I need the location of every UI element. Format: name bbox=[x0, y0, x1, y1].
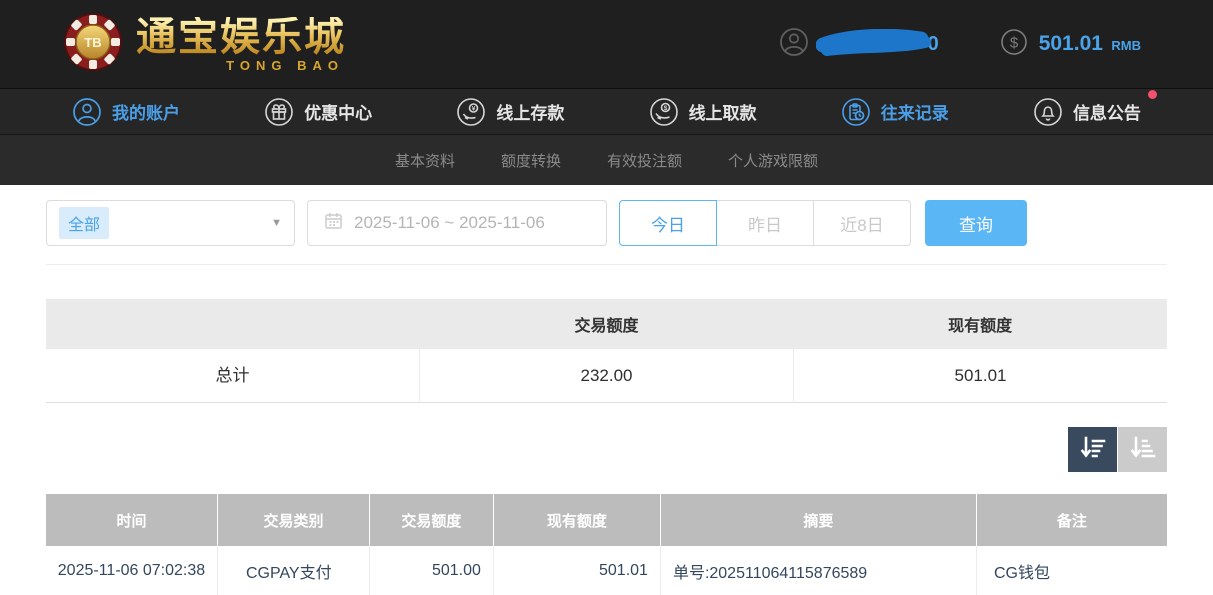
account-username[interactable]: 0 bbox=[778, 26, 939, 63]
top-header: TB 通宝娱乐城 TONG BAO 0 bbox=[0, 0, 1213, 88]
col-header-summary: 摘要 bbox=[661, 494, 977, 546]
quick-btn-last8days[interactable]: 近8日 bbox=[813, 200, 911, 246]
cell-trade-amount: 501.00 bbox=[370, 546, 494, 595]
balance-amount: 501.01 bbox=[1039, 32, 1103, 55]
sort-controls bbox=[46, 427, 1167, 472]
nav-item-my-account[interactable]: 我的账户 bbox=[72, 97, 180, 127]
summary-total-balance: 501.01 bbox=[793, 349, 1167, 403]
date-range-input[interactable]: 2025-11-06 ~ 2025-11-06 bbox=[307, 200, 607, 246]
subnav-item-credit-transfer[interactable]: 额度转换 bbox=[501, 150, 561, 171]
transaction-type-select[interactable]: 全部 ▼ bbox=[46, 200, 295, 246]
records-table: 时间 交易类别 交易额度 现有额度 摘要 备注 2025-11-06 07:02… bbox=[46, 494, 1167, 595]
cell-balance: 501.01 bbox=[494, 546, 661, 595]
summary-col-balance: 现有额度 bbox=[793, 312, 1167, 336]
sort-descending-icon bbox=[1080, 436, 1106, 463]
dollar-icon: $ bbox=[999, 27, 1029, 62]
quick-btn-today[interactable]: 今日 bbox=[619, 200, 717, 246]
cell-time: 2025-11-06 07:02:38 bbox=[46, 546, 218, 595]
records-header-row: 时间 交易类别 交易额度 现有额度 摘要 备注 bbox=[46, 494, 1167, 546]
brand-subtitle: TONG BAO bbox=[136, 59, 346, 72]
chip-label: TB bbox=[84, 35, 101, 50]
sort-descending-button[interactable] bbox=[1068, 427, 1117, 472]
summary-total-trade-amount: 232.00 bbox=[419, 349, 793, 403]
gift-icon bbox=[264, 97, 294, 127]
balance-display[interactable]: $ 501.01 RMB bbox=[999, 27, 1141, 62]
col-header-note: 备注 bbox=[977, 494, 1167, 546]
bell-icon bbox=[1033, 97, 1063, 127]
summary-col-trade-amount: 交易额度 bbox=[420, 312, 794, 336]
brand-logo[interactable]: TB 通宝娱乐城 TONG BAO bbox=[62, 11, 346, 78]
col-header-balance: 现有额度 bbox=[494, 494, 661, 546]
col-header-trade-amount: 交易额度 bbox=[370, 494, 494, 546]
svg-text:¥: ¥ bbox=[472, 105, 476, 112]
quick-date-group: 今日 昨日 近8日 bbox=[619, 200, 911, 246]
svg-text:$: $ bbox=[1010, 34, 1019, 51]
notification-dot bbox=[1148, 90, 1157, 99]
withdraw-icon: $ bbox=[649, 97, 679, 127]
subnav-item-valid-bets[interactable]: 有效投注额 bbox=[607, 150, 682, 171]
account-subnav: 基本资料 额度转换 有效投注额 个人游戏限额 bbox=[0, 135, 1213, 185]
col-header-type: 交易类别 bbox=[218, 494, 370, 546]
main-nav: 我的账户 优惠中心 ¥ 线上存款 $ bbox=[0, 88, 1213, 135]
nav-item-transaction-records[interactable]: 往来记录 bbox=[841, 97, 949, 127]
table-row: 2025-11-06 07:02:38 CGPAY支付 501.00 501.0… bbox=[46, 546, 1167, 595]
nav-item-withdraw[interactable]: $ 线上取款 bbox=[649, 97, 757, 127]
subnav-item-game-limits[interactable]: 个人游戏限额 bbox=[728, 150, 818, 171]
sort-ascending-button[interactable] bbox=[1118, 427, 1167, 472]
selected-type-chip: 全部 bbox=[59, 207, 109, 239]
nav-label: 信息公告 bbox=[1073, 99, 1141, 124]
user-icon bbox=[72, 97, 102, 127]
casino-chip-icon: TB bbox=[62, 11, 124, 78]
nav-label: 优惠中心 bbox=[304, 99, 372, 124]
nav-item-deposit[interactable]: ¥ 线上存款 bbox=[456, 97, 564, 127]
chevron-down-icon: ▼ bbox=[271, 217, 282, 229]
section-divider bbox=[46, 264, 1167, 265]
nav-label: 线上取款 bbox=[689, 99, 757, 124]
brand-title: 通宝娱乐城 bbox=[136, 17, 346, 57]
nav-label: 我的账户 bbox=[112, 99, 180, 124]
filter-bar: 全部 ▼ 2025-11-06 ~ 2025-11-06 今日 昨日 近8日 查… bbox=[0, 200, 1213, 246]
quick-btn-yesterday[interactable]: 昨日 bbox=[716, 200, 814, 246]
summary-total-row: 总计 232.00 501.01 bbox=[46, 349, 1167, 403]
nav-label: 往来记录 bbox=[881, 99, 949, 124]
cell-summary: 单号:202511064115876589 bbox=[661, 546, 977, 595]
deposit-icon: ¥ bbox=[456, 97, 486, 127]
records-icon bbox=[841, 97, 871, 127]
calendar-icon bbox=[324, 211, 343, 235]
svg-text:$: $ bbox=[663, 105, 667, 112]
nav-item-promotions[interactable]: 优惠中心 bbox=[264, 97, 372, 127]
cell-note: CG钱包 bbox=[977, 546, 1167, 595]
search-button[interactable]: 查询 bbox=[925, 200, 1027, 246]
sort-ascending-icon bbox=[1130, 436, 1156, 463]
username-redaction-scribble bbox=[816, 29, 936, 59]
balance-currency: RMB bbox=[1111, 38, 1141, 53]
cell-type: CGPAY支付 bbox=[218, 546, 370, 595]
subnav-item-basic-info[interactable]: 基本资料 bbox=[395, 150, 455, 171]
summary-total-label: 总计 bbox=[46, 349, 419, 403]
summary-header-row: 交易额度 现有额度 bbox=[46, 299, 1167, 349]
summary-table: 交易额度 现有额度 总计 232.00 501.01 bbox=[46, 299, 1167, 403]
avatar-icon bbox=[778, 26, 810, 63]
date-range-value: 2025-11-06 ~ 2025-11-06 bbox=[354, 213, 545, 233]
col-header-time: 时间 bbox=[46, 494, 218, 546]
nav-item-announcements[interactable]: 信息公告 bbox=[1033, 97, 1141, 127]
nav-label: 线上存款 bbox=[496, 99, 564, 124]
